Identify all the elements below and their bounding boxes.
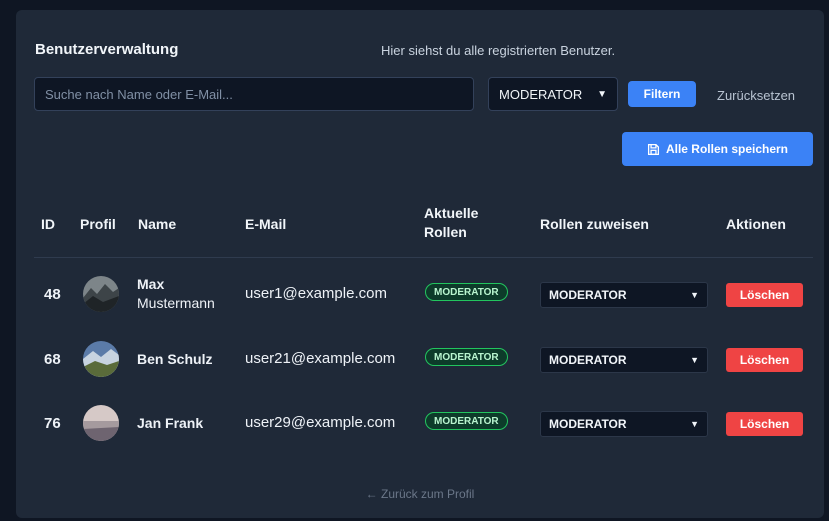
role-select-value: MODERATOR: [549, 353, 627, 367]
user-id: 68: [44, 351, 61, 368]
user-name-line2: Mustermann: [137, 295, 215, 311]
column-header-current-roles: Aktuelle Rollen: [424, 204, 478, 242]
role-select[interactable]: MODERATOR ▼: [540, 282, 708, 308]
floppy-disk-icon: [647, 143, 659, 155]
table-row: 68 Ben Schulz user21@example.com MODERAT…: [16, 336, 824, 382]
chevron-down-icon: ▼: [690, 290, 699, 300]
column-header-email: E-Mail: [245, 216, 287, 232]
delete-button[interactable]: Löschen: [726, 412, 803, 436]
table-header-divider: [34, 257, 813, 258]
role-select-value: MODERATOR: [549, 288, 627, 302]
role-select[interactable]: MODERATOR ▼: [540, 411, 708, 437]
user-email: user29@example.com: [245, 414, 396, 431]
reset-link[interactable]: Zurücksetzen: [717, 88, 795, 103]
page-title: Benutzerverwaltung: [35, 41, 179, 58]
column-header-current-roles-line2: Rollen: [424, 224, 467, 240]
user-name: Ben Schulz: [137, 351, 213, 367]
user-name-line1: Max: [137, 276, 165, 292]
user-name: Jan Frank: [137, 415, 204, 431]
role-filter-select[interactable]: MODERATOR ▼: [488, 77, 618, 111]
status-badge: MODERATOR: [425, 348, 508, 366]
avatar: [83, 405, 119, 441]
save-all-roles-label: Alle Rollen speichern: [665, 142, 789, 156]
status-badge: MODERATOR: [425, 412, 508, 430]
user-id: 76: [44, 415, 61, 432]
avatar: [83, 276, 119, 312]
user-email: user21@example.com: [245, 350, 396, 367]
user-management-panel: Benutzerverwaltung Hier siehst du alle r…: [16, 10, 824, 518]
avatar: [83, 341, 119, 377]
column-header-actions: Aktionen: [726, 216, 786, 232]
save-all-roles-button[interactable]: Alle Rollen speichern: [622, 132, 813, 166]
page-subtitle: Hier siehst du alle registrierten Benutz…: [381, 43, 616, 58]
column-header-id: ID: [41, 216, 55, 232]
chevron-down-icon: ▼: [597, 88, 607, 100]
user-id: 48: [44, 286, 61, 303]
role-select-value: MODERATOR: [549, 417, 627, 431]
user-email: user1@example.com: [245, 285, 387, 302]
search-input[interactable]: [34, 77, 474, 111]
back-to-profile-link[interactable]: ← Zurück zum Profil: [16, 487, 824, 501]
column-header-current-roles-line1: Aktuelle: [424, 205, 479, 221]
table-row: 48 Max Mustermann user1@example.com MODE…: [16, 271, 824, 317]
role-select[interactable]: MODERATOR ▼: [540, 347, 708, 373]
column-header-profile: Profil: [80, 216, 116, 232]
filter-button[interactable]: Filtern: [628, 81, 696, 107]
table-row: 76 Jan Frank user29@example.com MODERATO…: [16, 400, 824, 446]
chevron-down-icon: ▼: [690, 355, 699, 365]
column-header-name: Name: [138, 216, 177, 232]
delete-button[interactable]: Löschen: [726, 348, 803, 372]
status-badge: MODERATOR: [425, 283, 508, 301]
column-header-assign-roles: Rollen zuweisen: [540, 216, 649, 232]
chevron-down-icon: ▼: [690, 419, 699, 429]
delete-button[interactable]: Löschen: [726, 283, 803, 307]
user-name: Max Mustermann: [137, 275, 215, 313]
role-filter-value: MODERATOR: [499, 86, 583, 102]
